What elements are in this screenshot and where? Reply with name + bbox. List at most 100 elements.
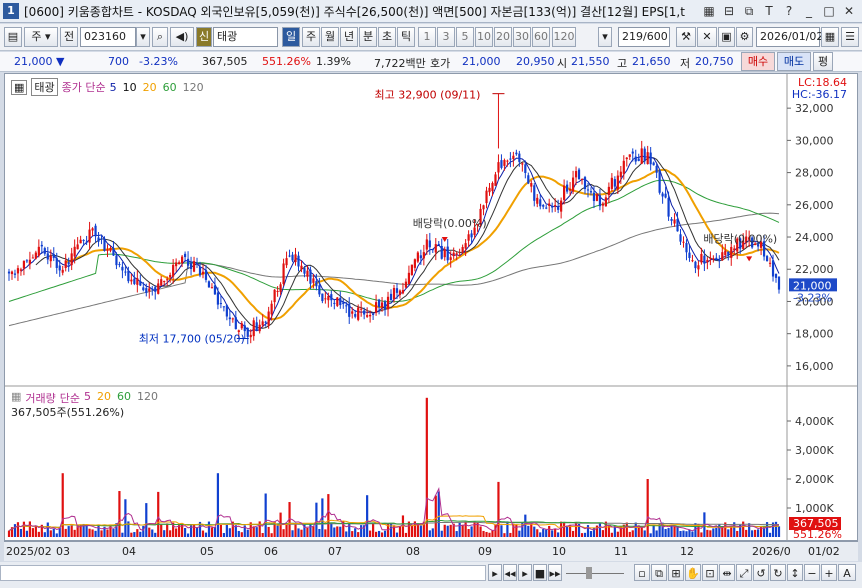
scroll-right-icon[interactable]: ▸ [488,564,502,581]
data-count-field[interactable]: 219/600 [618,27,670,47]
period-tab-4[interactable]: 년 [340,27,358,47]
candle-body [509,158,512,160]
volume-bar [175,528,178,537]
window-restore-icon[interactable]: ⧉ [651,564,667,581]
current-price: 21,000 ▼ [14,55,65,68]
volume-bar [410,525,414,537]
candle-body [682,241,685,243]
volume-bar [372,522,375,537]
stock-tag[interactable]: 태광 [31,78,58,96]
ma20-line [65,168,780,321]
measure-icon[interactable]: ⇹ [719,564,735,581]
volume-bar [145,503,148,537]
candle-body [222,306,225,308]
save-icon[interactable]: ▣ [718,27,735,47]
maximize-icon[interactable]: □ [820,2,838,20]
candle-body [398,290,402,295]
interval-dropdown-icon[interactable]: ▾ [598,27,612,47]
chart-area[interactable]: 16,000 18,000 20,000 22,000 24,000 26,000 28,0… [4,73,858,541]
zoom-out-icon[interactable]: − [804,564,820,581]
period-tab-2[interactable]: 주 [302,27,320,47]
volume-bar [267,526,270,537]
window-small-icon[interactable]: ▫ [634,564,650,581]
trend-icon[interactable]: ⤢ [736,564,752,581]
code-dropdown-icon[interactable]: ▾ [136,27,150,47]
interval-button-30[interactable]: 30 [513,27,531,47]
volume-bar [255,527,258,537]
hand-icon[interactable]: ✋ [685,564,701,581]
speaker-icon[interactable]: ◀) [170,27,194,47]
play-icon[interactable]: ▸ [518,564,532,581]
stop-icon[interactable]: ■ [533,564,547,581]
settings-icon[interactable]: ⚙ [736,27,753,47]
period-tab-7[interactable]: 틱 [397,27,415,47]
interval-button-5[interactable]: 5 [456,27,474,47]
rewind-icon[interactable]: ◂◂ [503,564,517,581]
volume-bar [186,533,190,537]
volume-bar [404,532,408,537]
volume-bar [157,491,160,537]
zoom-slider[interactable] [562,564,628,581]
candle-body [183,253,187,258]
period-tab-5[interactable]: 분 [359,27,377,47]
price-pane-legend: ▦ 태광 종가 단순 5 10 20 60 120 [11,78,204,96]
help-icon[interactable]: ? [780,2,798,20]
candle-body [410,264,414,276]
candle-body [40,244,43,247]
y-tick-label: 30,000 [795,134,834,147]
chart-scrollbar[interactable] [0,565,486,581]
candle-body [446,246,449,261]
list-icon[interactable]: ☰ [841,27,859,47]
minimize-icon[interactable]: _ [800,2,818,20]
period-tab-3[interactable]: 월 [321,27,339,47]
candle-body [354,314,357,317]
candle-body [715,257,718,260]
font-size-icon[interactable]: A [838,564,856,581]
search-icon[interactable]: ⌕ [152,27,168,47]
prev-button[interactable]: 전 [60,27,78,47]
pin-icon[interactable]: ⊟ [720,2,738,20]
interval-button-1[interactable]: 1 [418,27,436,47]
stock-code-input[interactable]: 023160 [80,27,136,47]
close-icon[interactable]: ✕ [840,2,858,20]
interval-button-3[interactable]: 3 [437,27,455,47]
zoom-area-icon[interactable]: ⊡ [702,564,718,581]
interval-button-120[interactable]: 120 [552,27,576,47]
menu-icon[interactable]: ▤ [4,27,22,47]
text-icon[interactable]: T [760,2,778,20]
restore-icon[interactable]: ⧉ [740,2,758,20]
volume-bar [183,527,187,537]
pane-menu-icon[interactable]: ▦ [11,79,28,95]
volume-bar [49,530,52,537]
date-field[interactable]: 2026/01/02 [756,27,823,47]
eval-button[interactable]: 평 [813,52,833,71]
candle-body [580,179,584,181]
period-tab-1[interactable]: 일 [282,27,300,47]
interval-button-60[interactable]: 60 [532,27,550,47]
grid-icon[interactable]: ▦ [700,2,718,20]
buy-button[interactable]: 매수 [741,52,775,71]
calendar-icon[interactable]: ▦ [821,27,839,47]
window-title: [0600] 키움종합차트 - KOSDAQ 외국인보유[5,059(천)] 주… [24,5,685,19]
zoom-in-icon[interactable]: + [821,564,837,581]
market-select[interactable]: 주 ▾ [24,27,58,47]
interval-button-10[interactable]: 10 [475,27,493,47]
compare-icon[interactable]: ⊞ [668,564,684,581]
volume-bar [527,525,530,537]
y-tick-label: 32,000 [795,102,834,115]
candle-body [357,307,360,320]
rotate-icon[interactable]: ↺ [753,564,769,581]
candle-body [691,260,694,262]
period-tab-6[interactable]: 초 [378,27,396,47]
chart-canvas[interactable]: 16,00018,00020,00022,00024,00026,00028,0… [5,74,857,540]
interval-button-20[interactable]: 20 [494,27,512,47]
volume-bar [479,526,482,537]
bid-ask-label: 호가 [430,57,451,70]
refresh-icon[interactable]: ↻ [770,564,786,581]
scale-icon[interactable]: ↕ [787,564,803,581]
tools-icon[interactable]: ⚒ [676,27,696,47]
crosshair-icon[interactable]: ✕ [697,27,717,47]
candle-body [297,255,300,267]
forward-icon[interactable]: ▸▸ [548,564,562,581]
sell-button[interactable]: 매도 [777,52,811,71]
